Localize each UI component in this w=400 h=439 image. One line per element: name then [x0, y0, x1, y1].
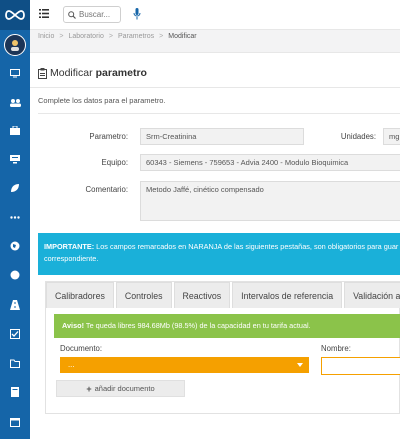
dashboard-icon	[10, 154, 20, 163]
globe-icon	[10, 241, 20, 251]
search-icon	[68, 10, 76, 19]
hamburger-icon	[39, 9, 49, 18]
parametro-field[interactable]: Srm-Creatinina	[140, 128, 304, 145]
briefcase-icon	[10, 125, 20, 135]
documento-label: Documento:	[60, 344, 103, 353]
sidebar-item-globe[interactable]	[0, 234, 30, 258]
nombre-label: Nombre:	[321, 344, 351, 353]
user-avatar-icon	[11, 40, 19, 51]
check-square-icon	[10, 329, 20, 339]
sidebar-item-more[interactable]	[0, 205, 30, 229]
form-helper-text: Complete los datos para el parametro.	[38, 96, 166, 105]
breadcrumb-inicio[interactable]: Inicio	[38, 33, 54, 40]
breadcrumb-separator: >	[59, 33, 64, 40]
important-alert-strong: IMPORTANTE:	[44, 242, 95, 251]
tab-bar: Calibradores Controles Reactivos Interva…	[46, 282, 400, 308]
user-avatar[interactable]	[4, 34, 26, 56]
breadcrumb-separator: >	[108, 33, 113, 40]
storage-alert-text: Te queda libres 984.68Mb (98.5%) de la c…	[84, 321, 311, 330]
tab-intervalos-referencia[interactable]: Intervalos de referencia	[232, 282, 343, 308]
breadcrumb-laboratorio[interactable]: Laboratorio	[68, 33, 103, 40]
breadcrumb-parametros[interactable]: Parametros	[118, 33, 154, 40]
equipo-label: Equipo:	[101, 158, 128, 167]
important-alert-line2: correspondiente.	[44, 253, 99, 263]
sidebar-item-checklist[interactable]	[0, 322, 30, 346]
monitor-icon	[10, 68, 20, 77]
tab-calibradores[interactable]: Calibradores	[46, 282, 114, 308]
page-title-strong: parametro	[95, 67, 147, 79]
plus-icon: +	[86, 383, 92, 394]
tabs-card: Calibradores Controles Reactivos Interva…	[45, 281, 400, 414]
important-alert: IMPORTANTE: Los campos remarcados en NAR…	[38, 233, 400, 275]
sidebar-item-users[interactable]	[0, 90, 30, 114]
sidebar-item-leaf[interactable]	[0, 176, 30, 200]
nombre-input[interactable]	[321, 357, 400, 375]
tab-reactivos[interactable]: Reactivos	[173, 282, 231, 308]
page-title: Modificar parametro	[38, 67, 147, 79]
road-icon	[10, 300, 20, 310]
sidebar-item-road[interactable]	[0, 293, 30, 317]
unidades-field[interactable]: mg	[383, 128, 400, 145]
sidebar-item-calendar[interactable]	[0, 410, 30, 434]
storage-alert: Aviso! Te queda libres 984.68Mb (98.5%) …	[54, 314, 400, 338]
topbar	[30, 0, 400, 30]
infinity-logo-icon	[5, 10, 25, 20]
sidebar-item-briefcase[interactable]	[0, 118, 30, 142]
unidades-label: Unidades:	[340, 132, 376, 141]
documento-select[interactable]: ...	[60, 357, 309, 373]
divider	[38, 113, 400, 114]
sidebar-item-circle[interactable]	[0, 263, 30, 287]
form-panel: Complete los datos para el parametro. Pa…	[30, 88, 400, 439]
parametro-label: Parametro:	[89, 132, 128, 141]
tab-controles[interactable]: Controles	[115, 282, 172, 308]
book-icon	[11, 387, 19, 397]
add-document-button[interactable]: + añadir documento	[56, 380, 185, 397]
voice-search-button[interactable]	[133, 8, 141, 20]
important-alert-text: Los campos remarcados en NARANJA de las …	[94, 242, 399, 251]
app-logo[interactable]	[0, 0, 30, 30]
sidebar	[0, 0, 30, 439]
chevron-down-icon	[297, 363, 303, 367]
sidebar-item-dashboard[interactable]	[0, 147, 30, 171]
calendar-icon	[10, 418, 20, 427]
clipboard-icon	[38, 67, 47, 79]
tab-validacion[interactable]: Validación au	[344, 282, 400, 308]
breadcrumb: Inicio > Laboratorio > Parametros > Modi…	[38, 33, 197, 40]
storage-alert-strong: Aviso!	[62, 321, 85, 330]
folder-icon	[10, 359, 20, 368]
documento-select-value: ...	[68, 360, 75, 369]
users-icon	[9, 98, 21, 107]
comentario-label: Comentario:	[85, 185, 128, 194]
sidebar-item-book[interactable]	[0, 380, 30, 404]
more-dots-icon	[10, 215, 20, 219]
search-box[interactable]	[63, 6, 121, 23]
comentario-textarea[interactable]: Metodo Jaffé, cinético compensado	[140, 181, 400, 221]
circle-icon	[10, 270, 20, 280]
add-document-label: añadir documento	[94, 384, 155, 393]
sidebar-item-monitor[interactable]	[0, 61, 30, 85]
search-input[interactable]	[79, 10, 119, 19]
microphone-icon	[133, 8, 141, 20]
leaf-icon	[11, 184, 19, 192]
page-header: Modificar parametro	[30, 52, 400, 88]
important-alert-line1: IMPORTANTE: Los campos remarcados en NAR…	[44, 241, 398, 253]
menu-toggle-button[interactable]	[39, 9, 49, 19]
breadcrumb-current: Modificar	[168, 33, 197, 40]
equipo-field[interactable]: 60343 - Siemens - 759653 - Advia 2400 - …	[140, 154, 400, 171]
page-title-prefix: Modificar	[50, 67, 93, 79]
breadcrumb-separator: >	[159, 33, 164, 40]
sidebar-item-folder[interactable]	[0, 351, 30, 375]
